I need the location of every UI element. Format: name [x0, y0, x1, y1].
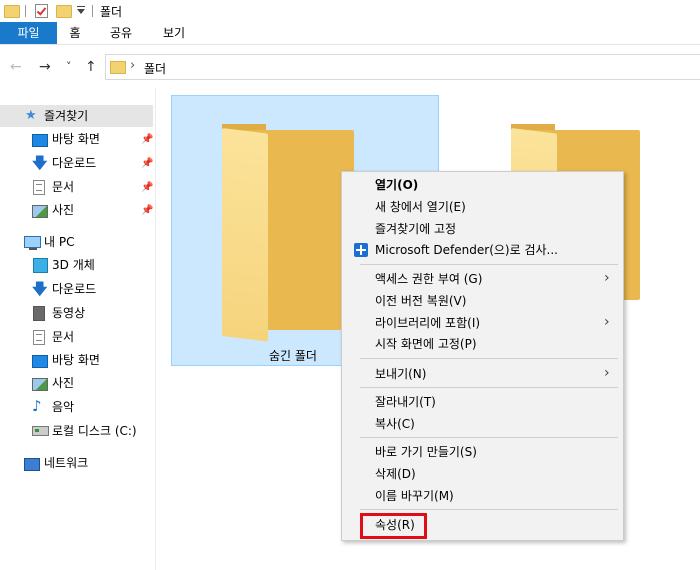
sidebar-item-pc-pictures[interactable]: 사진	[52, 372, 74, 394]
up-arrow-icon[interactable]: ↑	[85, 57, 97, 77]
video-icon	[33, 306, 45, 321]
sidebar-item-pictures[interactable]: 사진	[52, 199, 74, 221]
folder-label[interactable]: 숨긴 폴더	[269, 347, 317, 364]
sidebar-divider	[155, 88, 156, 570]
address-folder-icon	[110, 61, 126, 74]
folder-icon	[4, 5, 20, 18]
submenu-arrow-icon: ›	[604, 314, 610, 330]
menu-separator	[360, 387, 618, 388]
menu-item-give-access[interactable]: 액세스 권한 부여 (G)	[375, 269, 482, 289]
menu-item-delete[interactable]: 삭제(D)	[375, 464, 416, 484]
menu-item-rename[interactable]: 이름 바꾸기(M)	[375, 486, 454, 506]
properties-highlight-box	[360, 513, 427, 539]
sidebar-item-quick-access[interactable]: 즐겨찾기	[44, 105, 88, 127]
new-folder-icon[interactable]	[56, 5, 72, 18]
star-icon: ★	[25, 108, 37, 123]
network-icon	[24, 458, 40, 471]
sidebar-item-pc-downloads[interactable]: 다운로드	[52, 278, 96, 300]
submenu-arrow-icon: ›	[604, 270, 610, 286]
sidebar-item-local-disk[interactable]: 로컬 디스크 (C:)	[52, 420, 137, 442]
sidebar-item-this-pc[interactable]: 내 PC	[44, 231, 74, 253]
sidebar-item-pc-documents[interactable]: 문서	[52, 326, 74, 348]
desktop-icon	[32, 134, 48, 147]
toolbar-separator	[92, 5, 93, 17]
large-folder-icon[interactable]	[222, 128, 268, 342]
back-arrow-icon[interactable]: ←	[10, 57, 22, 77]
3d-objects-icon	[33, 258, 48, 273]
pictures-icon	[32, 378, 48, 391]
sidebar-item-pc-desktop[interactable]: 바탕 화면	[52, 349, 100, 371]
sidebar-item-documents[interactable]: 문서	[52, 176, 74, 198]
menu-item-restore-versions[interactable]: 이전 버전 복원(V)	[375, 291, 466, 311]
sidebar-item-music[interactable]: 음악	[52, 396, 74, 418]
tab-home[interactable]: 홈	[60, 22, 90, 44]
defender-shield-icon	[354, 243, 368, 257]
menu-item-open[interactable]: 열기(O)	[375, 175, 418, 195]
breadcrumb-folder[interactable]: 폴더	[144, 60, 166, 77]
music-note-icon: ♪	[32, 397, 42, 415]
menu-item-pin-quick-access[interactable]: 즐겨찾기에 고정	[375, 219, 456, 239]
breadcrumb-separator[interactable]: ›	[130, 58, 135, 73]
local-disk-icon	[32, 426, 49, 436]
pin-icon[interactable]: 📌	[141, 182, 153, 193]
menu-separator	[360, 509, 618, 510]
menu-item-send-to[interactable]: 보내기(N)	[375, 364, 426, 384]
menu-separator	[360, 358, 618, 359]
pin-icon[interactable]: 📌	[141, 158, 153, 169]
sidebar-item-3d-objects[interactable]: 3D 개체	[52, 254, 95, 276]
sidebar-item-downloads[interactable]: 다운로드	[52, 152, 96, 174]
sidebar-item-desktop[interactable]: 바탕 화면	[52, 128, 100, 150]
properties-check-icon[interactable]	[35, 4, 48, 18]
menu-separator	[360, 264, 618, 265]
menu-item-open-new-window[interactable]: 새 창에서 열기(E)	[375, 197, 466, 217]
toolbar-separator	[25, 5, 26, 17]
pin-icon[interactable]: 📌	[141, 205, 153, 216]
pictures-icon	[32, 205, 48, 218]
address-bar[interactable]	[105, 54, 700, 80]
menu-item-pin-start[interactable]: 시작 화면에 고정(P)	[375, 334, 477, 354]
sidebar-item-videos[interactable]: 동영상	[52, 302, 85, 324]
menu-item-cut[interactable]: 잘라내기(T)	[375, 392, 436, 412]
tab-file[interactable]: 파일	[0, 22, 57, 44]
pin-icon[interactable]: 📌	[141, 134, 153, 145]
customize-toolbar-dropdown-icon[interactable]	[77, 6, 85, 16]
download-arrow-icon: 🡇	[32, 154, 48, 172]
desktop-icon	[32, 355, 48, 368]
submenu-arrow-icon: ›	[604, 365, 610, 381]
download-arrow-icon: 🡇	[32, 280, 48, 298]
sidebar-item-network[interactable]: 네트워크	[44, 452, 88, 474]
recent-locations-chevron-icon[interactable]: ˅	[66, 57, 72, 77]
tab-share[interactable]: 공유	[103, 22, 139, 44]
menu-separator	[360, 437, 618, 438]
forward-arrow-icon[interactable]: →	[39, 57, 51, 77]
menu-item-defender-scan[interactable]: Microsoft Defender(으)로 검사...	[375, 240, 558, 260]
computer-icon	[24, 236, 41, 250]
window-title: 폴더	[100, 5, 123, 19]
menu-item-include-library[interactable]: 라이브러리에 포함(I)	[375, 313, 480, 333]
document-icon	[33, 180, 45, 195]
tab-view[interactable]: 보기	[156, 22, 192, 44]
menu-item-create-shortcut[interactable]: 바로 가기 만들기(S)	[375, 442, 477, 462]
document-icon	[33, 330, 45, 345]
menu-item-copy[interactable]: 복사(C)	[375, 414, 415, 434]
